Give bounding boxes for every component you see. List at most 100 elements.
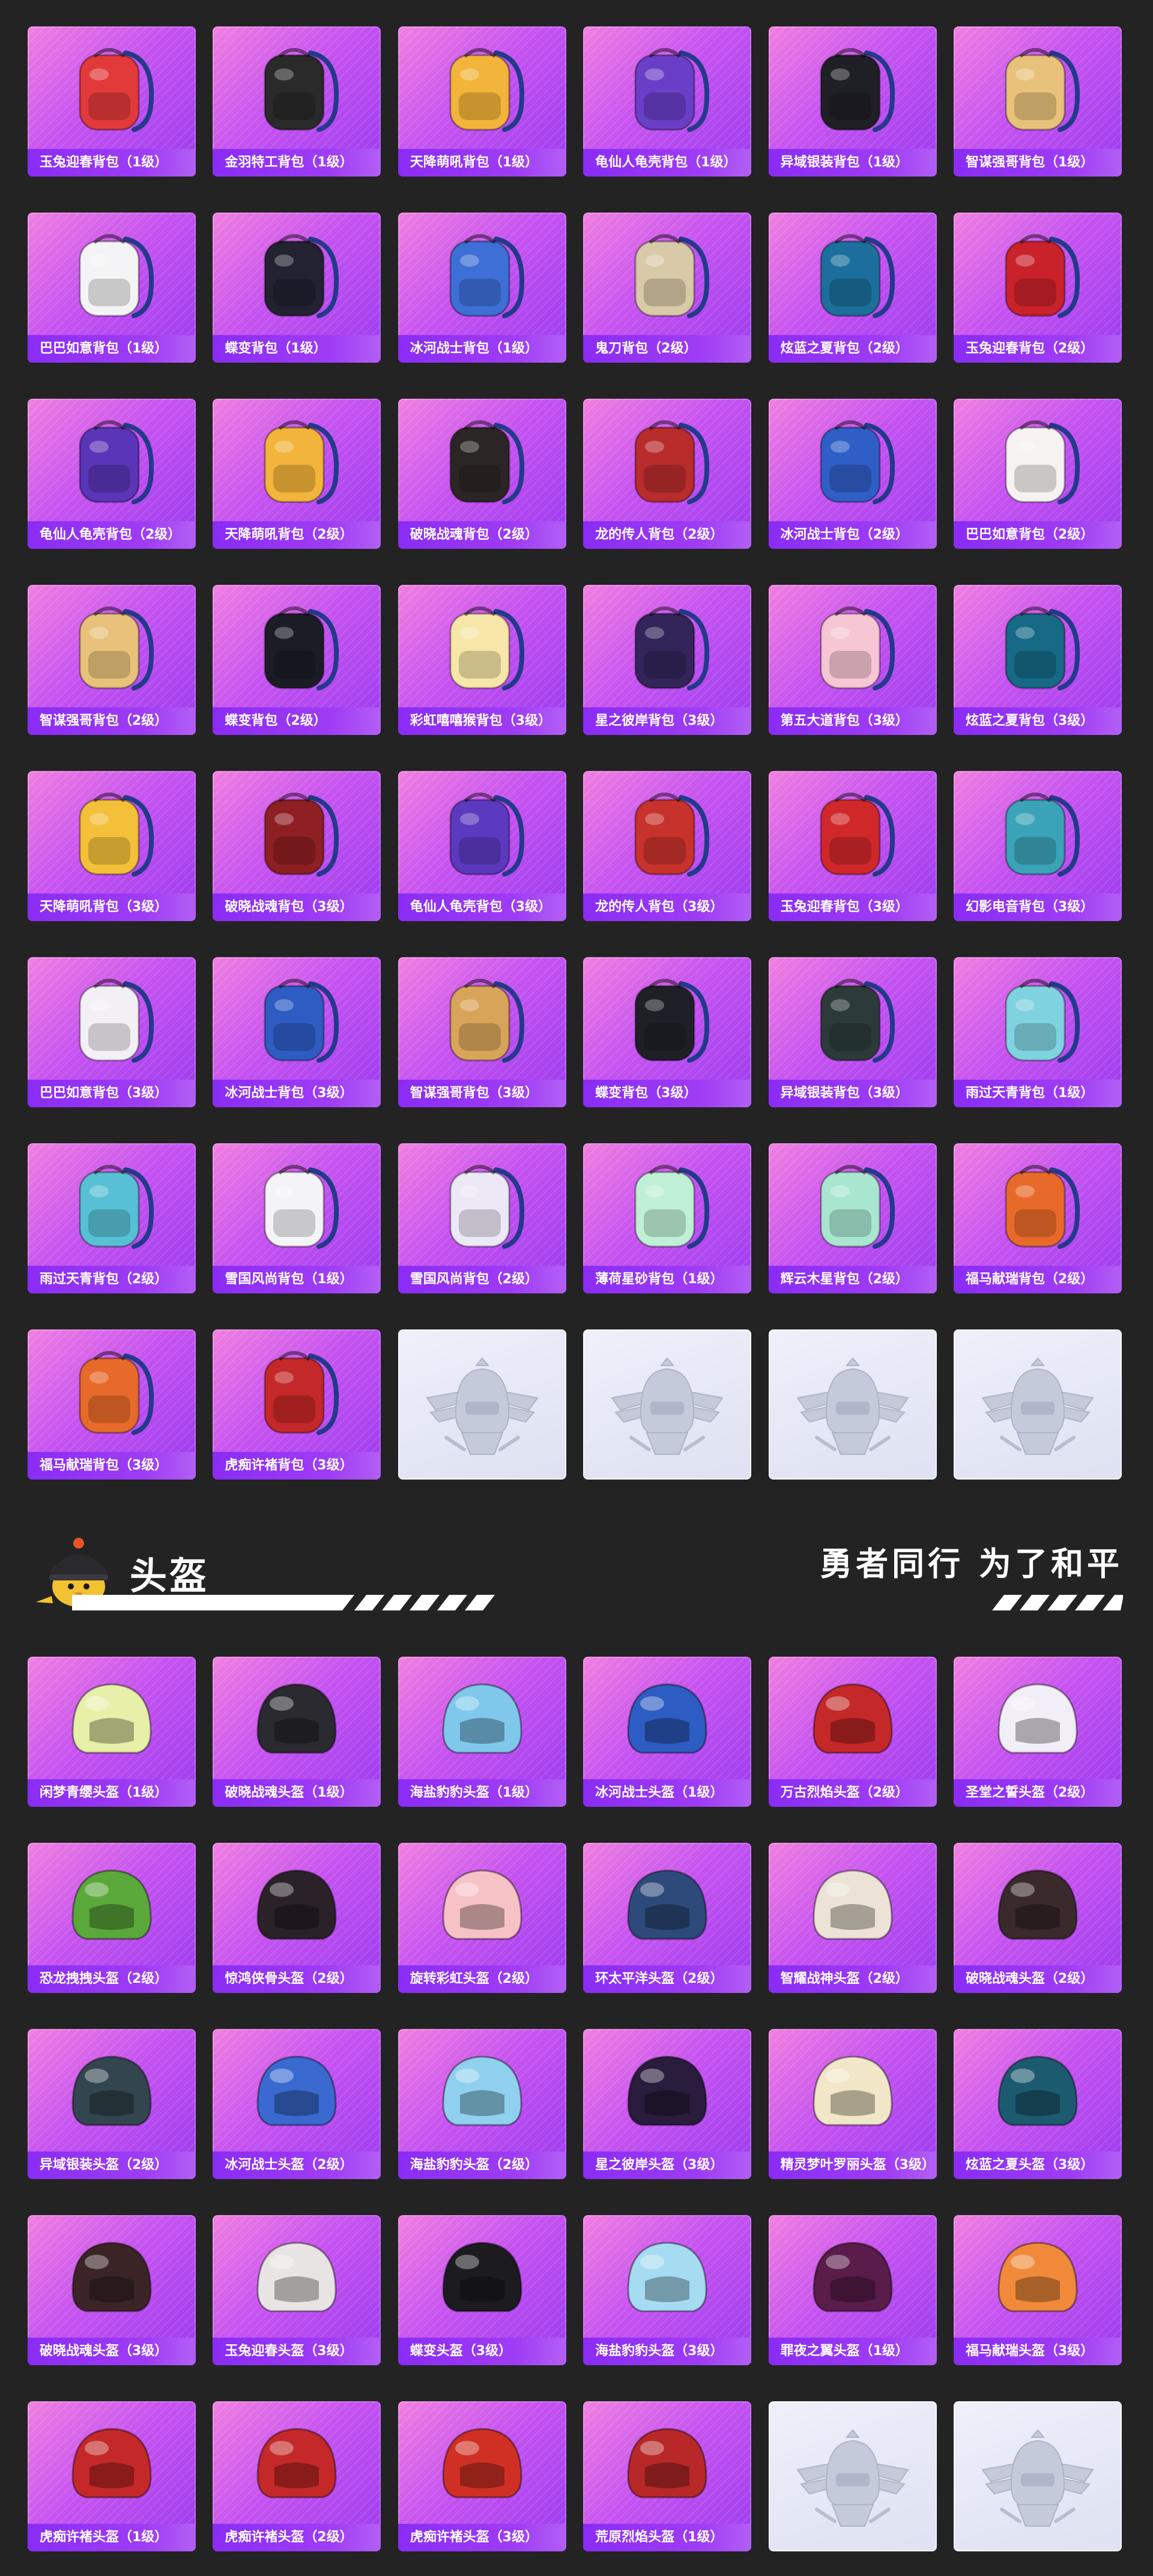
backpack-item-card[interactable]: 巴巴如意背包（3级） bbox=[28, 957, 196, 1107]
backpack-item-card[interactable]: 幻影电音背包（3级） bbox=[953, 771, 1122, 921]
helmet-item-card[interactable]: 恐龙拽拽头盔（2级） bbox=[28, 1843, 196, 1993]
item-name-label: 巴巴如意背包（3级） bbox=[28, 1080, 196, 1107]
helmet-item-card[interactable]: 荒原烈焰头盔（1级） bbox=[583, 2401, 752, 2551]
item-name-label: 雨过天青背包（2级） bbox=[28, 1266, 196, 1293]
helmet-item-card[interactable]: 智耀战神头盔（2级） bbox=[768, 1843, 937, 1993]
helmet-item-card[interactable]: 玉兔迎春头盔（3级） bbox=[213, 2215, 381, 2365]
backpack-item-card[interactable]: 异域银装背包（3级） bbox=[768, 957, 937, 1107]
backpack-icon bbox=[79, 606, 154, 691]
item-name-label: 雨过天青背包（1级） bbox=[953, 1080, 1122, 1107]
backpack-item-card[interactable]: 虎痴许褚背包（3级） bbox=[213, 1329, 381, 1480]
item-name-label: 环太平洋头盔（2级） bbox=[583, 1965, 752, 1993]
backpack-item-card[interactable]: 巴巴如意背包（2级） bbox=[953, 399, 1122, 549]
backpack-item-card[interactable]: 天降萌吼背包（1级） bbox=[398, 26, 566, 177]
helmet-item-card[interactable]: 旋转彩虹头盔（2级） bbox=[398, 1843, 566, 1993]
backpack-item-card[interactable]: 蝶变背包（1级） bbox=[213, 213, 381, 363]
helmet-item-card[interactable]: 虎痴许褚头盔（1级） bbox=[28, 2401, 196, 2551]
backpack-item-card[interactable]: 雪国风尚背包（2级） bbox=[398, 1143, 566, 1293]
helmet-item-card[interactable]: 精灵梦叶罗丽头盔（3级） bbox=[768, 2029, 937, 2179]
helmet-item-card[interactable]: 星之彼岸头盔（3级） bbox=[583, 2029, 752, 2179]
backpack-item-card[interactable]: 鬼刀背包（2级） bbox=[583, 213, 752, 363]
backpack-icon bbox=[79, 979, 154, 1063]
backpack-item-card[interactable]: 龙的传人背包（3级） bbox=[583, 771, 752, 921]
helmet-item-card[interactable]: 破晓战魂头盔（2级） bbox=[953, 1843, 1122, 1993]
backpack-item-card[interactable]: 彩虹嘻嘻猴背包（3级） bbox=[398, 585, 566, 735]
helmet-item-card[interactable]: 虎痴许褚头盔（3级） bbox=[398, 2401, 566, 2551]
helmet-item-card[interactable]: 破晓战魂头盔（1级） bbox=[213, 1657, 381, 1807]
backpack-item-card[interactable]: 蝶变背包（2级） bbox=[213, 585, 381, 735]
backpack-item-card[interactable]: 龙的传人背包（2级） bbox=[583, 399, 752, 549]
backpack-icon bbox=[79, 48, 154, 132]
backpack-item-card[interactable]: 天降萌吼背包（3级） bbox=[28, 771, 196, 921]
item-name-label: 龙的传人背包（3级） bbox=[583, 893, 752, 921]
backpack-item-card[interactable]: 智谋强哥背包（2级） bbox=[28, 585, 196, 735]
helmet-item-card[interactable]: 海盐豹豹头盔（1级） bbox=[398, 1657, 566, 1807]
item-name-label: 破晓战魂背包（2级） bbox=[398, 521, 566, 549]
backpack-item-card[interactable]: 智谋强哥背包（1级） bbox=[953, 26, 1122, 177]
backpack-item-card[interactable]: 蝶变背包（3级） bbox=[583, 957, 752, 1107]
backpack-item-card[interactable]: 福马献瑞背包（3级） bbox=[28, 1329, 196, 1480]
helmet-item-card[interactable]: 万古烈焰头盔（2级） bbox=[768, 1657, 937, 1807]
helmet-icon bbox=[256, 1869, 337, 1940]
backpack-item-card[interactable]: 金羽特工背包（1级） bbox=[213, 26, 381, 177]
helmet-icon bbox=[627, 1869, 707, 1940]
backpack-icon bbox=[1005, 793, 1080, 877]
helmet-item-card[interactable]: 福马献瑞头盔（3级） bbox=[953, 2215, 1122, 2365]
backpack-item-card[interactable]: 雪国风尚背包（1级） bbox=[213, 1143, 381, 1293]
helmet-item-card[interactable]: 圣堂之誓头盔（2级） bbox=[953, 1657, 1122, 1807]
backpack-item-card[interactable]: 雨过天青背包（2级） bbox=[28, 1143, 196, 1293]
helmet-item-card[interactable]: 炫蓝之夏头盔（3级） bbox=[953, 2029, 1122, 2179]
backpack-icon bbox=[264, 48, 339, 132]
slogan-stripe-decoration bbox=[992, 1595, 1123, 1610]
backpack-item-card[interactable]: 龟仙人龟壳背包（1级） bbox=[583, 26, 752, 177]
backpack-item-card[interactable]: 巴巴如意背包（1级） bbox=[28, 213, 196, 363]
helmet-grid: 闲梦青缨头盔（1级） 破晓战魂头盔（1级） 海盐豹豹头盔（1级） 冰河战士头盔（1级）… bbox=[28, 1657, 1122, 2551]
helmet-icon bbox=[442, 2242, 522, 2312]
helmet-icon bbox=[71, 1683, 152, 1754]
helmet-item-card[interactable]: 闲梦青缨头盔（1级） bbox=[28, 1657, 196, 1807]
backpack-item-card[interactable]: 冰河战士背包（2级） bbox=[768, 399, 937, 549]
backpack-item-card[interactable]: 异域银装背包（1级） bbox=[768, 26, 937, 177]
backpack-item-card[interactable]: 龟仙人龟壳背包（2级） bbox=[28, 399, 196, 549]
item-name-label: 智谋强哥背包（2级） bbox=[28, 707, 196, 735]
backpack-item-card[interactable]: 福马献瑞背包（2级） bbox=[953, 1143, 1122, 1293]
backpack-item-card[interactable]: 破晓战魂背包（3级） bbox=[213, 771, 381, 921]
backpack-item-card[interactable]: 冰河战士背包（1级） bbox=[398, 213, 566, 363]
helmet-item-card[interactable]: 惊鸿侠骨头盔（2级） bbox=[213, 1843, 381, 1993]
helmet-icon bbox=[813, 2242, 893, 2312]
backpack-item-card[interactable]: 炫蓝之夏背包（3级） bbox=[953, 585, 1122, 735]
helmet-icon bbox=[256, 2242, 337, 2312]
backpack-item-card[interactable]: 破晓战魂背包（2级） bbox=[398, 399, 566, 549]
backpack-item-card[interactable]: 辉云木星背包（2级） bbox=[768, 1143, 937, 1293]
helmet-item-card[interactable]: 罪夜之翼头盔（1级） bbox=[768, 2215, 937, 2365]
backpack-icon bbox=[634, 234, 710, 318]
backpack-item-card[interactable]: 天降萌吼背包（2级） bbox=[213, 399, 381, 549]
backpack-item-card[interactable]: 炫蓝之夏背包（2级） bbox=[768, 213, 937, 363]
helmet-item-card[interactable]: 环太平洋头盔（2级） bbox=[583, 1843, 752, 1993]
backpack-item-card[interactable]: 龟仙人龟壳背包（3级） bbox=[398, 771, 566, 921]
backpack-icon bbox=[1005, 420, 1080, 504]
helmet-item-card[interactable]: 冰河战士头盔（2级） bbox=[213, 2029, 381, 2179]
item-name-label: 精灵梦叶罗丽头盔（3级） bbox=[768, 2151, 937, 2179]
backpack-item-card[interactable]: 第五大道背包（3级） bbox=[768, 585, 937, 735]
backpack-item-card[interactable]: 星之彼岸背包（3级） bbox=[583, 585, 752, 735]
helmet-item-card[interactable]: 蝶变头盔（3级） bbox=[398, 2215, 566, 2365]
backpack-item-card[interactable]: 玉兔迎春背包（3级） bbox=[768, 771, 937, 921]
backpack-item-card[interactable]: 玉兔迎春背包（1级） bbox=[28, 26, 196, 177]
helmet-item-card[interactable]: 海盐豹豹头盔（2级） bbox=[398, 2029, 566, 2179]
backpack-item-card[interactable]: 雨过天青背包（1级） bbox=[953, 957, 1122, 1107]
helmet-item-card[interactable]: 冰河战士头盔（1级） bbox=[583, 1657, 752, 1807]
backpack-icon bbox=[634, 979, 710, 1063]
backpack-icon bbox=[820, 979, 895, 1063]
helmet-item-card[interactable]: 异域银装头盔（2级） bbox=[28, 2029, 196, 2179]
helmet-item-card[interactable]: 虎痴许褚头盔（2级） bbox=[213, 2401, 381, 2551]
backpack-item-card[interactable]: 玉兔迎春背包（2级） bbox=[953, 213, 1122, 363]
helmet-item-card[interactable]: 海盐豹豹头盔（3级） bbox=[583, 2215, 752, 2365]
backpack-item-card[interactable]: 薄荷星砂背包（1级） bbox=[583, 1143, 752, 1293]
backpack-icon bbox=[1005, 234, 1080, 318]
helmet-item-card[interactable]: 破晓战魂头盔（3级） bbox=[28, 2215, 196, 2365]
backpack-item-card[interactable]: 智谋强哥背包（3级） bbox=[398, 957, 566, 1107]
backpack-item-card[interactable]: 冰河战士背包（3级） bbox=[213, 957, 381, 1107]
item-name-label: 荒原烈焰头盔（1级） bbox=[583, 2524, 752, 2551]
item-name-label: 智耀战神头盔（2级） bbox=[768, 1965, 937, 1993]
